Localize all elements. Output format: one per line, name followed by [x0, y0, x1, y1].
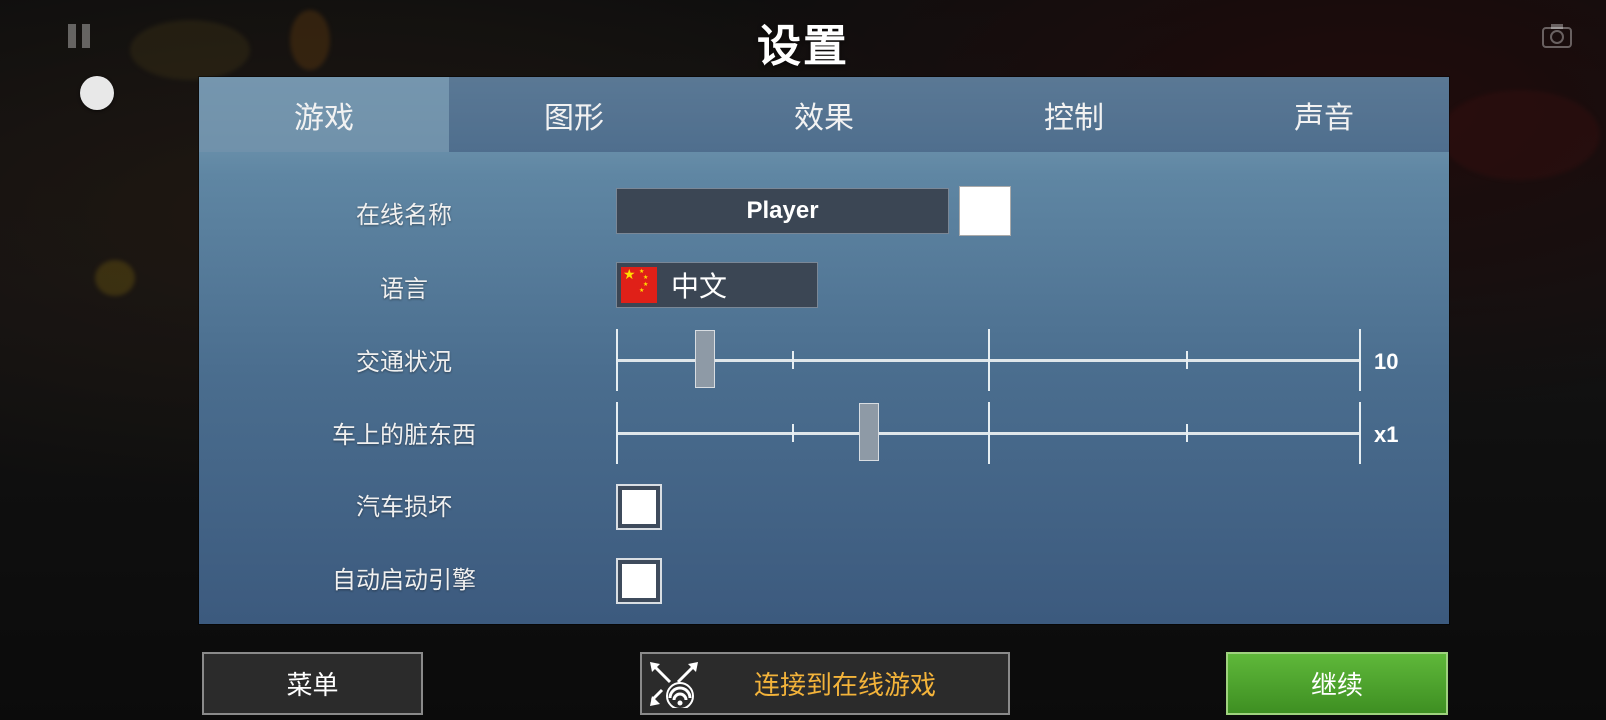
record-button[interactable] [80, 76, 114, 110]
slider-tick [1359, 402, 1361, 464]
traffic-slider[interactable] [616, 329, 1361, 391]
slider-tick [616, 329, 618, 391]
online-name-field[interactable]: Player [616, 188, 949, 234]
game-screen: 设置 游戏 图形 效果 控制 声音 在线名称 Player 语言 ★ ★ ★ ★… [0, 0, 1606, 720]
tab-controls[interactable]: 控制 [949, 77, 1199, 152]
settings-panel: 游戏 图形 效果 控制 声音 在线名称 Player 语言 ★ ★ ★ ★ ★ … [199, 77, 1449, 624]
slider-tick [616, 402, 618, 464]
slider-tick [1359, 329, 1361, 391]
tab-graphics[interactable]: 图形 [449, 77, 699, 152]
tab-sound[interactable]: 声音 [1199, 77, 1449, 152]
slider-tick [1186, 351, 1188, 369]
traffic-label: 交通状况 [356, 348, 452, 376]
slider-tick [1186, 424, 1188, 442]
china-flag-icon: ★ ★ ★ ★ ★ [621, 267, 657, 303]
car-dirt-slider[interactable] [616, 402, 1361, 464]
slider-tick [792, 424, 794, 442]
tab-game[interactable]: 游戏 [199, 77, 449, 152]
name-color-swatch[interactable] [959, 186, 1011, 236]
settings-tabs: 游戏 图形 效果 控制 声音 [199, 77, 1449, 152]
menu-button[interactable]: 菜单 [202, 652, 423, 715]
continue-button[interactable]: 继续 [1226, 652, 1448, 715]
connect-online-label: 连接到在线游戏 [753, 671, 936, 701]
online-name-label: 在线名称 [356, 201, 452, 229]
language-select[interactable]: ★ ★ ★ ★ ★ 中文 [616, 262, 818, 308]
language-label: 语言 [380, 275, 428, 303]
online-name-value: Player [746, 197, 819, 224]
auto-start-engine-label: 自动启动引擎 [332, 566, 476, 594]
slider-tick [988, 402, 990, 464]
traffic-slider-thumb[interactable] [695, 330, 715, 388]
menu-button-label: 菜单 [286, 671, 339, 701]
car-damage-label: 汽车损坏 [356, 493, 452, 521]
car-dirt-slider-thumb[interactable] [859, 403, 879, 461]
connect-online-button[interactable]: 连接到在线游戏 [640, 652, 1010, 715]
continue-button-label: 继续 [1310, 671, 1363, 701]
car-dirt-value: x1 [1374, 422, 1399, 447]
slider-tick [988, 329, 990, 391]
checkbox-box [622, 564, 656, 598]
traffic-value: 10 [1374, 349, 1399, 374]
car-damage-checkbox[interactable] [616, 484, 662, 530]
slider-tick [792, 351, 794, 369]
online-network-icon [650, 662, 698, 708]
car-dirt-label: 车上的脏东西 [332, 421, 476, 449]
auto-start-engine-checkbox[interactable] [616, 558, 662, 604]
language-value: 中文 [671, 270, 728, 303]
checkbox-box [622, 490, 656, 524]
page-title: 设置 [757, 21, 849, 72]
tab-effects[interactable]: 效果 [699, 77, 949, 152]
